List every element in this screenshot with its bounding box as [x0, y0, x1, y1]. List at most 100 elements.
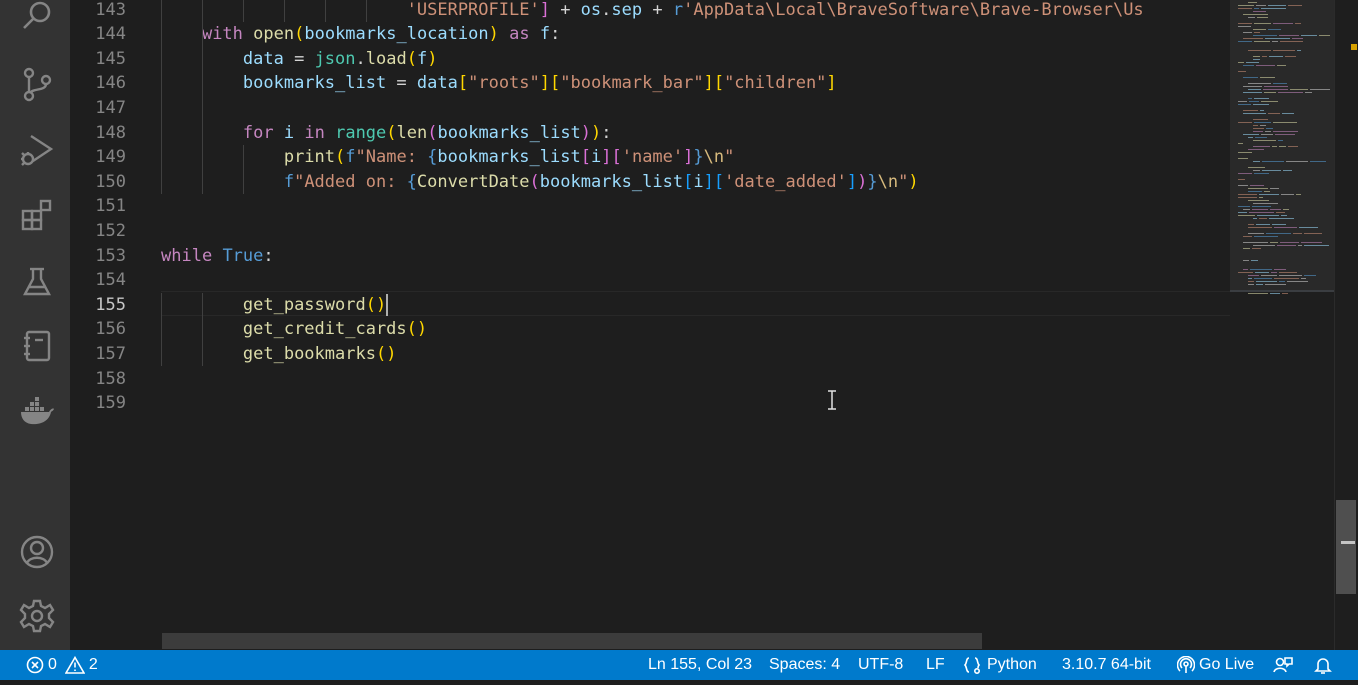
- minimap-line: [1248, 281, 1254, 282]
- docker-icon[interactable]: [17, 392, 57, 432]
- code-editor[interactable]: 143 144 145 146 147 148 149 150 151 152 153 154 155 1…: [70, 0, 1230, 650]
- account-icon[interactable]: [17, 532, 57, 572]
- interpreter-label: 3.10.7 64-bit: [1062, 656, 1151, 673]
- code-line[interactable]: bookmarks_list = data["roots"]["bookmark…: [161, 71, 837, 96]
- code-line[interactable]: while True:: [161, 244, 274, 269]
- minimap-line: [1297, 50, 1301, 51]
- minimap-line: [1251, 260, 1258, 261]
- line-ending[interactable]: LF: [926, 650, 945, 680]
- cursor-position-label: Ln 155, Col 23: [648, 656, 753, 673]
- python-interpreter[interactable]: 3.10.7 64-bit: [1062, 650, 1151, 680]
- minimap-line: [1265, 131, 1271, 132]
- minimap-line: [1253, 146, 1270, 147]
- minimap-line: [1254, 98, 1269, 99]
- minimap-line: [1243, 110, 1258, 111]
- minimap-line: [1243, 260, 1249, 261]
- code-token: "bookmark_bar": [560, 73, 704, 94]
- cursor-position[interactable]: Ln 155, Col 23: [648, 650, 752, 680]
- language-label: Python: [987, 656, 1037, 673]
- scrollbar-warning-marker: [1351, 44, 1357, 50]
- code-token: {: [427, 147, 438, 168]
- indentation[interactable]: Spaces: 4: [769, 650, 840, 680]
- code-line[interactable]: for i in range(len(bookmarks_list)):: [161, 121, 612, 146]
- line-number: 157: [95, 343, 126, 364]
- code-line[interactable]: f"Added on: {ConvertDate(bookmarks_list[…: [161, 170, 919, 195]
- run-debug-icon[interactable]: [17, 130, 57, 170]
- minimap-line: [1288, 146, 1298, 147]
- minimap-line: [1263, 89, 1288, 90]
- minimap-line: [1266, 233, 1291, 234]
- minimap-line: [1238, 194, 1257, 195]
- braces-icon: [963, 657, 981, 674]
- minimap-line: [1274, 227, 1297, 228]
- problems-indicator[interactable]: 0 2: [26, 650, 98, 680]
- line-number: 149: [95, 147, 126, 168]
- indent-guide: [161, 292, 162, 367]
- notifications-button[interactable]: [1314, 650, 1332, 680]
- feedback-button[interactable]: [1273, 650, 1293, 680]
- code-line[interactable]: 'USERPROFILE'] + os.sep + r'AppData\Loca…: [161, 0, 1144, 22]
- extensions-icon[interactable]: [17, 196, 57, 236]
- minimap-line: [1268, 113, 1280, 114]
- minimap-line: [1269, 218, 1294, 219]
- scrollbar-thumb[interactable]: [1336, 500, 1356, 594]
- indent-guide: [161, 0, 162, 195]
- code-token: :: [263, 245, 274, 266]
- line-number: 159: [95, 393, 126, 414]
- minimap-line: [1238, 215, 1255, 216]
- code-line[interactable]: get_password(): [161, 293, 386, 318]
- testing-icon[interactable]: [17, 262, 57, 302]
- code-token: ): [580, 122, 592, 143]
- code-token: get_credit_cards: [242, 319, 407, 340]
- go-live-button[interactable]: Go Live: [1177, 650, 1254, 680]
- indentation-label: Spaces: 4: [769, 656, 841, 673]
- horizontal-scrollbar[interactable]: [162, 633, 982, 649]
- code-line[interactable]: with open(bookmarks_location) as f:: [161, 22, 560, 47]
- code-line[interactable]: get_bookmarks(): [161, 342, 397, 367]
- source-control-icon[interactable]: [17, 64, 57, 104]
- minimap-line: [1265, 38, 1290, 39]
- minimap-line: [1260, 110, 1264, 111]
- code-token: =: [283, 48, 315, 69]
- minimap-line: [1278, 92, 1303, 93]
- minimap-line: [1261, 8, 1286, 9]
- minimap-line: [1270, 209, 1281, 210]
- code-token: (: [427, 122, 438, 143]
- minimap-line: [1243, 86, 1262, 87]
- minimap-line: [1259, 197, 1263, 198]
- minimap-line: [1248, 188, 1268, 189]
- minimap-line: [1254, 41, 1270, 42]
- code-token: ]: [601, 147, 612, 168]
- code-token: ): [416, 319, 428, 340]
- minimap-line: [1296, 194, 1301, 195]
- encoding[interactable]: UTF-8: [858, 650, 903, 680]
- code-token: \n: [703, 147, 725, 168]
- minimap-line: [1253, 119, 1268, 120]
- code-token: :: [601, 122, 612, 143]
- vertical-scrollbar[interactable]: [1334, 0, 1358, 650]
- code-token: (: [294, 24, 305, 45]
- code-line[interactable]: print(f"Name: {bookmarks_list[i]['name']…: [161, 145, 735, 170]
- search-icon[interactable]: [17, 0, 57, 36]
- minimap-line: [1254, 122, 1271, 123]
- minimap-line: [1248, 167, 1265, 168]
- minimap-line: [1301, 35, 1317, 36]
- minimap-line: [1238, 185, 1248, 186]
- settings-gear-icon[interactable]: [17, 596, 57, 636]
- minimap-line: [1290, 89, 1308, 90]
- minimap-line: [1277, 65, 1286, 66]
- code-token: (: [335, 147, 346, 168]
- minimap-line: [1238, 272, 1253, 273]
- code-token: data: [416, 73, 458, 94]
- code-token: (: [406, 48, 417, 69]
- code-token: 'AppData\Local\BraveSoftware\Brave-Brows…: [683, 0, 1144, 20]
- code-token: [: [713, 171, 725, 192]
- minimap[interactable]: [1230, 0, 1334, 650]
- language-mode[interactable]: Python: [963, 650, 1037, 680]
- code-area[interactable]: 'USERPROFILE'] + os.sep + r'AppData\Loca…: [161, 0, 1230, 650]
- notebook-icon[interactable]: [17, 326, 57, 366]
- minimap-line: [1304, 245, 1329, 246]
- code-token: bookmarks_location: [304, 24, 489, 45]
- window-bottom-edge: [0, 680, 1358, 685]
